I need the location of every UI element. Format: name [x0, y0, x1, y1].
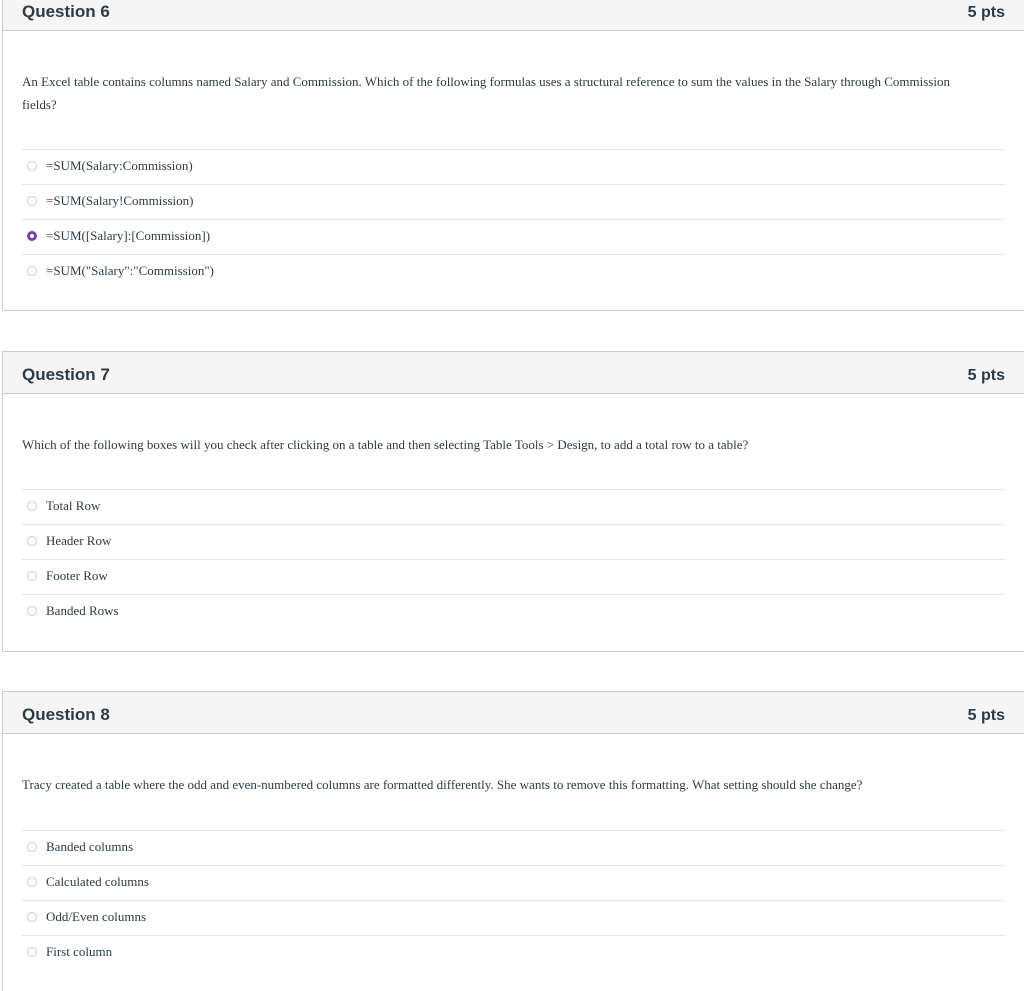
question-header: Question 7 5 pts — [3, 352, 1024, 394]
answer-option[interactable]: =SUM("Salary":"Commission") — [22, 255, 1005, 290]
question-6: Question 6 5 pts An Excel table contains… — [2, 0, 1024, 311]
answer-label[interactable]: =SUM([Salary]:[Commission]) — [46, 228, 210, 244]
answer-label[interactable]: Calculated columns — [46, 874, 149, 890]
answer-option[interactable]: Total Row — [22, 490, 1005, 525]
question-8: Question 8 5 pts Tracy created a table w… — [2, 691, 1024, 991]
answer-option[interactable]: =SUM(Salary!Commission) — [22, 185, 1005, 220]
answer-label[interactable]: =SUM(Salary:Commission) — [46, 158, 193, 174]
answer-list: Total Row Header Row Footer Row Banded R… — [22, 489, 1005, 630]
radio-button[interactable] — [27, 877, 37, 887]
answer-option[interactable]: =SUM([Salary]:[Commission]) — [22, 220, 1005, 255]
radio-button[interactable] — [27, 161, 37, 171]
answer-label[interactable]: Header Row — [46, 533, 111, 549]
radio-button-selected[interactable] — [27, 231, 37, 241]
question-text: Tracy created a table where the odd and … — [22, 777, 863, 792]
answer-label[interactable]: Banded Rows — [46, 603, 119, 619]
question-title: Question 8 — [22, 705, 110, 724]
radio-button[interactable] — [27, 606, 37, 616]
answer-option[interactable]: Header Row — [22, 525, 1005, 560]
answer-label[interactable]: Total Row — [46, 498, 100, 514]
question-text: Which of the following boxes will you ch… — [22, 437, 749, 452]
answer-label[interactable]: Banded columns — [46, 839, 133, 855]
question-text: An Excel table contains columns named Sa… — [22, 74, 950, 112]
question-title: Question 7 — [22, 365, 110, 384]
radio-button[interactable] — [27, 947, 37, 957]
radio-button[interactable] — [27, 501, 37, 511]
radio-button[interactable] — [27, 266, 37, 276]
answer-option[interactable]: Odd/Even columns — [22, 901, 1005, 936]
question-header: Question 8 5 pts — [3, 692, 1024, 734]
answer-label[interactable]: =SUM("Salary":"Commission") — [46, 263, 214, 279]
answer-option[interactable]: First column — [22, 936, 1005, 971]
answer-list: =SUM(Salary:Commission) =SUM(Salary!Comm… — [22, 149, 1005, 290]
question-points: 5 pts — [967, 707, 1005, 724]
radio-button[interactable] — [27, 536, 37, 546]
answer-option[interactable]: =SUM(Salary:Commission) — [22, 150, 1005, 185]
radio-button[interactable] — [27, 196, 37, 206]
question-header: Question 6 5 pts — [3, 0, 1024, 31]
answer-option[interactable]: Banded Rows — [22, 595, 1005, 630]
radio-button[interactable] — [27, 842, 37, 852]
answer-option[interactable]: Footer Row — [22, 560, 1005, 595]
answer-label[interactable]: Footer Row — [46, 568, 108, 584]
answer-label[interactable]: First column — [46, 944, 112, 960]
answer-option[interactable]: Calculated columns — [22, 866, 1005, 901]
question-7: Question 7 5 pts Which of the following … — [2, 351, 1024, 652]
answer-label[interactable]: Odd/Even columns — [46, 909, 146, 925]
answer-list: Banded columns Calculated columns Odd/Ev… — [22, 830, 1005, 971]
radio-button[interactable] — [27, 912, 37, 922]
question-title: Question 6 — [22, 2, 110, 21]
radio-button[interactable] — [27, 571, 37, 581]
answer-label[interactable]: =SUM(Salary!Commission) — [46, 193, 193, 209]
question-points: 5 pts — [967, 4, 1005, 21]
question-points: 5 pts — [967, 367, 1005, 384]
answer-option[interactable]: Banded columns — [22, 831, 1005, 866]
